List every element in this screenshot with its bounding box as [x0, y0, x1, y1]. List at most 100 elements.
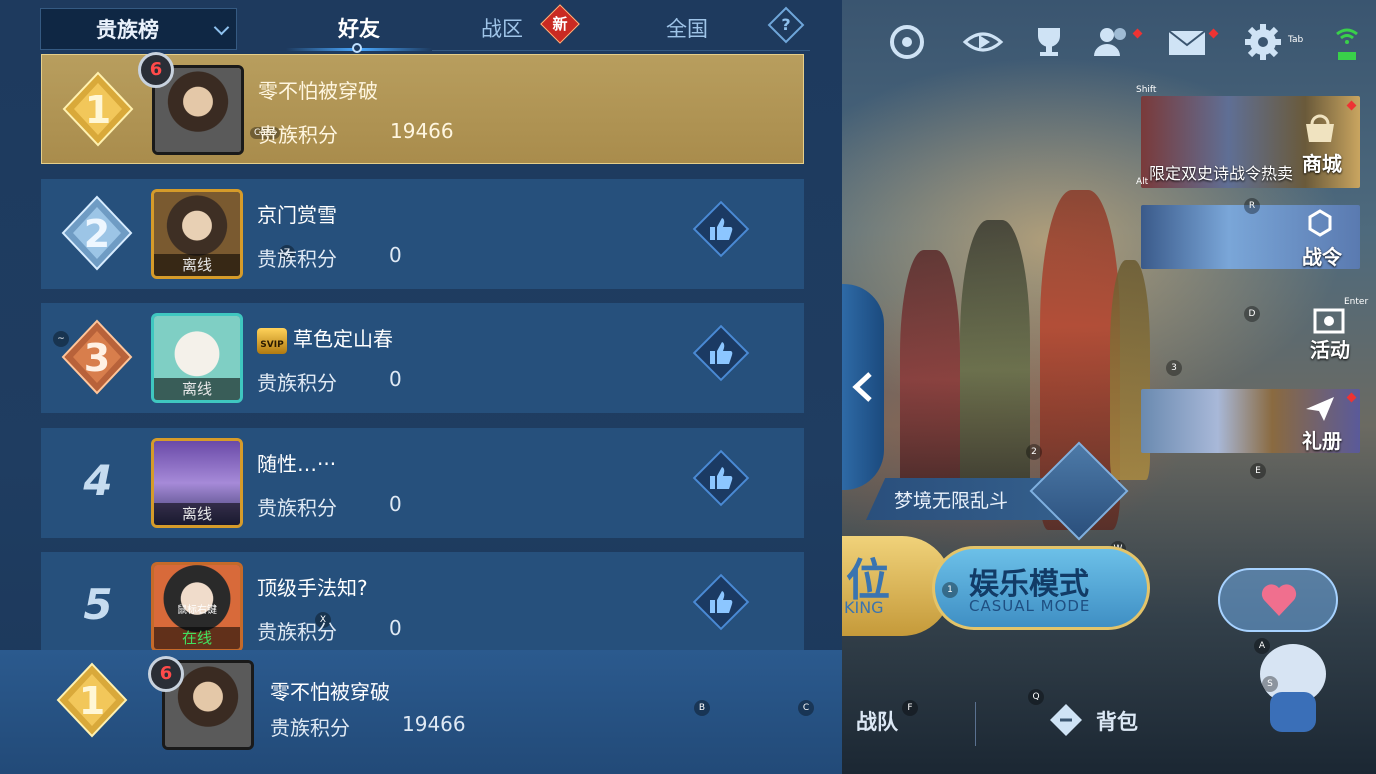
collapse-panel-button[interactable] [842, 284, 884, 490]
svg-text:1: 1 [79, 679, 105, 723]
chevron-down-icon [213, 19, 230, 36]
leaderboard-row[interactable]: 2 离线 Z 京门赏雪 贵族积分 0 [41, 179, 804, 289]
key-hint-shift: Shift [1136, 85, 1157, 95]
key-hint-e: E [1250, 463, 1266, 479]
ranked-sub: KING [844, 598, 884, 617]
player-name: 零不怕被穿破 [270, 680, 390, 704]
offline-status: 离线 [154, 378, 240, 400]
hero-figure [900, 250, 960, 510]
like-bubble[interactable] [1218, 568, 1338, 632]
key-hint-s: S [1262, 676, 1278, 692]
tab-region[interactable]: 战区 [460, 10, 544, 48]
score-value: 19466 [402, 712, 466, 736]
score-label: 贵族积分 [257, 247, 337, 271]
battle-pass-button[interactable]: 战令 [1141, 205, 1360, 269]
rank-1-gold-badge-icon: 1 [62, 71, 134, 147]
score-label: 贵族积分 [257, 496, 337, 520]
shop-banner-text: 限定双史诗战令热卖 [1149, 164, 1294, 183]
team-button[interactable]: 战队 [856, 706, 898, 736]
thumbs-up-icon [710, 467, 733, 489]
tab-divider [432, 50, 810, 51]
key-hint-tab: Tab [1288, 35, 1304, 45]
help-icon: ? [781, 15, 791, 34]
level-badge: 6 [148, 656, 184, 692]
key-hint-alt: Alt [1136, 177, 1149, 187]
bag-button[interactable]: 背包 [1096, 706, 1138, 736]
gift-book-icon [1306, 397, 1334, 421]
rank-1-gold-badge-icon: 1 [56, 662, 128, 738]
svg-text:3: 3 [84, 336, 110, 380]
leaderboard-row[interactable]: 5 鼠标右键 在线 X 顶级手法知? 贵族积分 0 [41, 552, 804, 662]
like-button[interactable] [692, 449, 750, 507]
battle-pass-icon [1308, 209, 1332, 237]
active-tab-dot [352, 43, 362, 53]
mail-icon[interactable] [1166, 22, 1208, 62]
score-value: 0 [389, 243, 402, 267]
tab-friends[interactable]: 好友 [286, 10, 432, 48]
activity-icon[interactable] [1312, 304, 1346, 334]
gear-icon[interactable] [1242, 22, 1284, 62]
avatar[interactable]: 鼠标右键 在线 [151, 562, 243, 652]
score-label: 贵族积分 [258, 123, 338, 147]
avatar[interactable]: 离线 [151, 313, 243, 403]
like-button[interactable] [692, 573, 750, 631]
activity-label[interactable]: 活动 [1310, 334, 1350, 363]
my-rank-row: 1 6 零不怕被穿破 贵族积分 19466 B C [0, 650, 842, 774]
key-hint-c: C [798, 700, 814, 716]
leaderboard-row[interactable]: 3 ~ 离线 SVIP 草色定山春 贵族积分 0 [41, 303, 804, 413]
radar-icon[interactable] [886, 22, 928, 62]
tab-bar: 贵族榜 好友 战区 新 全国 ? [40, 4, 810, 53]
player-name: 零不怕被穿破 [258, 79, 378, 103]
leaderboard-type-dropdown[interactable]: 贵族榜 [40, 8, 237, 50]
thumbs-up-icon [710, 591, 733, 613]
key-hint-3: 3 [1166, 360, 1182, 376]
key-hint-d: D [1244, 306, 1260, 322]
score-label: 贵族积分 [257, 371, 337, 395]
friends-icon[interactable] [1092, 22, 1134, 62]
key-hint-tilde: ~ [53, 331, 69, 347]
casual-mode-button[interactable]: 娱乐模式 CASUAL MODE [932, 546, 1150, 630]
rank-number: 4 [83, 456, 113, 505]
shop-button[interactable]: 限定双史诗战令热卖 商城 [1141, 96, 1360, 188]
online-status: 在线 [154, 627, 240, 649]
help-button[interactable]: ? [767, 6, 805, 44]
dropdown-label: 贵族榜 [96, 18, 159, 42]
key-hint-b: B [694, 700, 710, 716]
rank-number: 5 [83, 580, 113, 629]
like-button[interactable] [692, 200, 750, 258]
rank-3-bronze-badge-icon: 3 [61, 319, 133, 395]
shop-icon [1306, 114, 1334, 142]
bag-icon[interactable] [1048, 702, 1084, 738]
wifi-battery-icon [1336, 28, 1358, 60]
thumbs-up-icon [710, 218, 733, 240]
avatar[interactable]: 离线 [151, 438, 243, 528]
svip-icon: SVIP [257, 327, 287, 354]
new-badge: 新 [540, 4, 580, 44]
mode-banner-label: 梦境无限乱斗 [894, 490, 1009, 512]
player-name: 顶级手法知? [257, 576, 368, 600]
leaderboard-row[interactable]: 1 6 Caps 零不怕被穿破 贵族积分 19466 [41, 52, 804, 164]
leaderboard-panel: 贵族榜 好友 战区 新 全国 ? 1 6 Caps 零不怕被穿破 贵族积分 19… [0, 0, 842, 774]
leaderboard-row[interactable]: 4 离线 随性…··· 贵族积分 0 [41, 428, 804, 538]
score-value: 19466 [390, 119, 454, 143]
watch-eye-icon[interactable] [962, 22, 1004, 62]
player-name: SVIP 草色定山春 [257, 323, 393, 354]
trophy-icon[interactable] [1028, 22, 1070, 62]
like-button[interactable] [692, 324, 750, 382]
chevron-left-icon [852, 372, 872, 402]
svg-text:1: 1 [85, 88, 111, 132]
gift-book-button[interactable]: 礼册 [1141, 389, 1360, 453]
casual-sub: CASUAL MODE [969, 597, 1091, 615]
key-hint-a: A [1254, 638, 1270, 654]
tab-national[interactable]: 全国 [640, 10, 734, 48]
offline-status: 离线 [154, 254, 240, 276]
player-name: 随性…··· [257, 452, 337, 476]
score-value: 0 [389, 492, 402, 516]
rank-2-silver-badge-icon: 2 [61, 195, 133, 271]
key-hint-q: Q [1028, 689, 1044, 705]
level-badge: 6 [138, 52, 174, 88]
avatar[interactable]: 离线 [151, 189, 243, 279]
battle-pass-label: 战令 [1302, 245, 1342, 269]
key-hint-r: R [1244, 198, 1260, 214]
score-value: 0 [389, 616, 402, 640]
